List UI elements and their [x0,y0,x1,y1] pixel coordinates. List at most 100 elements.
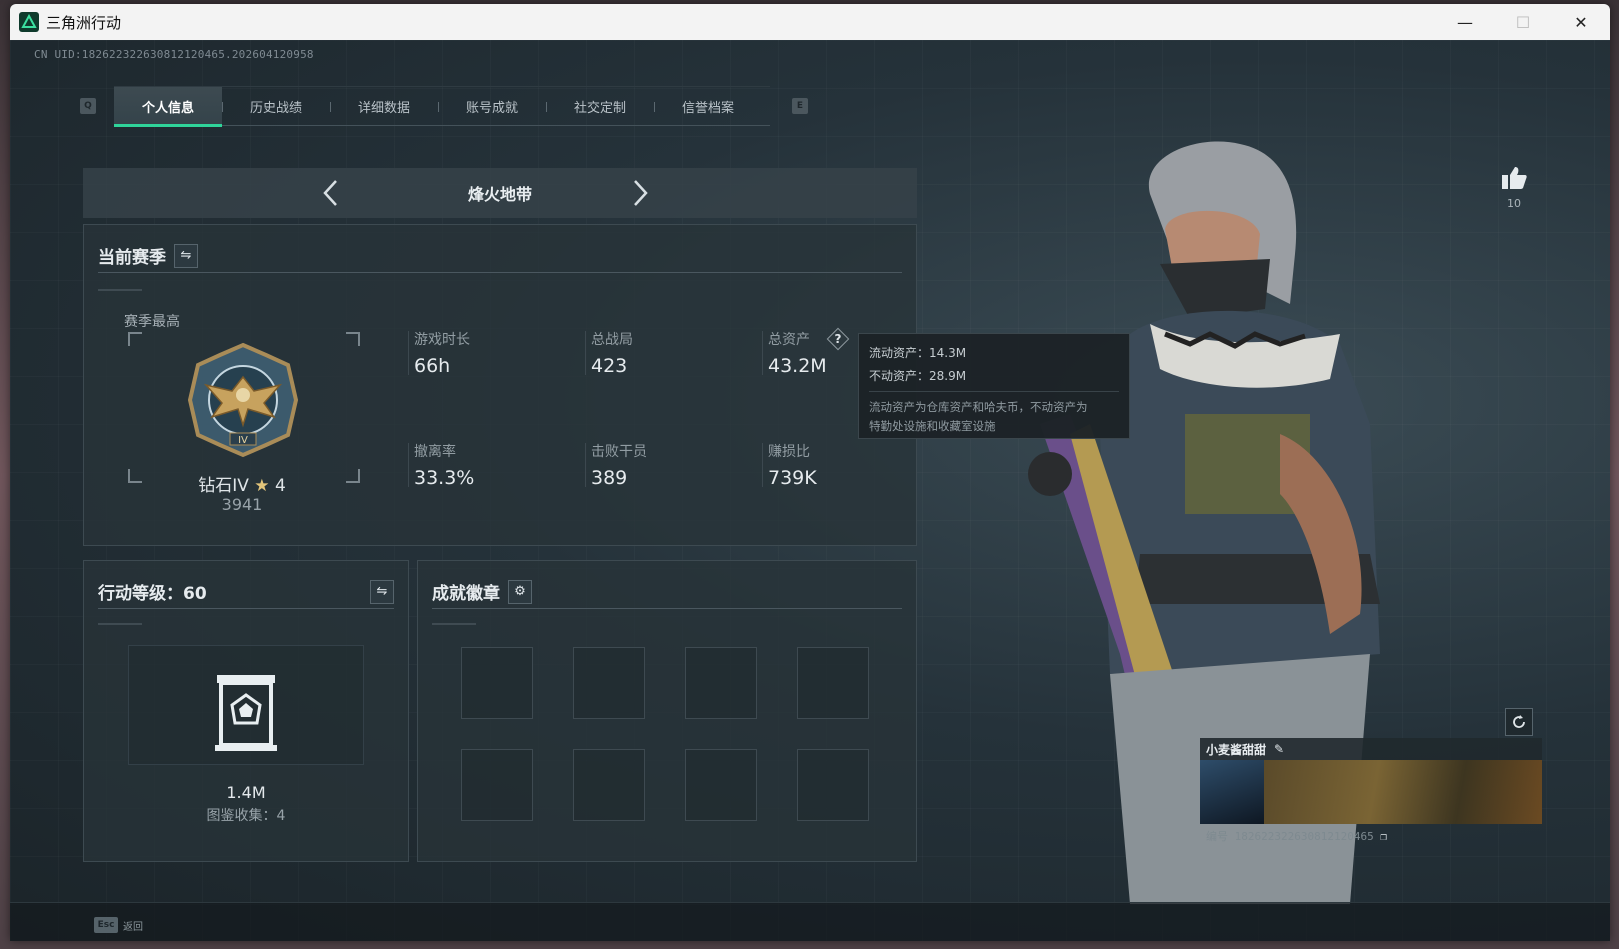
profile-scene: CN UID:182622322630812120465.20260412095… [10,40,1610,941]
stat-divider [585,331,586,375]
stat-divider [408,443,409,487]
player-card: 小麦酱甜甜 ✎ 编号 182622322630812120465 ❐ [1200,738,1542,850]
star-icon: ★ [254,476,270,496]
tab-next-key: E [792,98,808,114]
refresh-button[interactable] [1505,708,1533,736]
level-switch-button[interactable]: ⇋ [370,579,394,604]
rank-score: 3941 [221,495,263,514]
stat-profit-ratio-label: 赚损比 [768,444,810,460]
level-title: 行动等级：60 [98,584,207,604]
footer-bar: Esc 返回 [10,902,1610,941]
season-switch-button[interactable]: ⇋ [174,243,198,268]
achievement-badges-panel: 成就徽章 ⚙ [417,560,917,862]
player-id-text: 编号 182622322630812120465 [1206,830,1374,843]
decor-dash [432,623,476,625]
badges-title: 成就徽章 [432,584,500,604]
tab-achievements[interactable]: 账号成就 [438,87,546,126]
title-bar: 三角洲行动 — ☐ ✕ [10,4,1610,40]
stat-playtime-label: 游戏时长 [414,332,470,348]
stat-matches-label: 总战局 [591,332,633,348]
stat-profit-ratio-value: 739K [768,467,817,489]
edit-pencil-icon[interactable]: ✎ [1274,742,1284,756]
app-logo-icon [19,12,39,32]
like-button[interactable]: 10 [1494,165,1534,210]
mode-selector: 烽火地带 [83,168,917,218]
mode-title: 烽火地带 [467,185,532,204]
stat-extract-rate-value: 33.3% [414,467,475,489]
current-season-panel: 当前赛季 ⇋ 赛季最高 IV 钻石IV ★ 4 3941 游戏时长 66h 总战… [83,224,917,546]
stat-divider [585,443,586,487]
swap-icon: ⇋ [180,248,192,263]
level-value: 1.4M [226,783,266,802]
player-name-row: 小麦酱甜甜 ✎ [1200,738,1542,760]
badge-slot[interactable] [461,749,533,821]
tooltip-fixed-assets: 不动资产：28.9M [869,369,967,383]
tab-personal-info[interactable]: 个人信息 [114,87,222,127]
stat-extract-rate-label: 撤离率 [414,444,456,460]
esc-key[interactable]: Esc [94,917,118,933]
mode-prev-arrow-icon[interactable] [315,176,345,210]
maximize-button[interactable]: ☐ [1494,4,1552,40]
badges-settings-button[interactable]: ⚙ [508,579,532,604]
tab-social-custom[interactable]: 社交定制 [546,87,654,126]
profile-tabs: 个人信息 历史战绩 详细数据 账号成就 社交定制 信誉档案 [114,86,770,127]
tooltip-liquid-assets: 流动资产：14.3M [869,346,967,360]
rank-name-text: 钻石IV [198,476,249,496]
question-mark-icon: ? [834,332,842,346]
stat-assets-label: 总资产 [768,332,810,348]
decor-dash [98,289,142,291]
rank-stars: 4 [274,476,286,496]
level-collection: 图鉴收集：4 [206,808,286,824]
assets-tooltip: 流动资产：14.3M 不动资产：28.9M 流动资产为仓库资产和哈夫币，不动资产… [858,333,1130,439]
stat-kills-label: 击败干员 [591,444,647,460]
stat-divider [762,443,763,487]
decor-dash [98,623,142,625]
stat-assets-value: 43.2M [768,355,827,377]
window-title: 三角洲行动 [46,13,122,32]
frame-corner [128,332,142,346]
stat-playtime-value: 66h [414,355,451,377]
badge-slot[interactable] [685,749,757,821]
stat-kills-value: 389 [591,467,628,489]
gear-icon: ⚙ [514,584,526,599]
like-count: 10 [1507,197,1521,210]
collection-case-icon [215,675,277,751]
uid-text: CN UID:182622322630812120465.20260412095… [34,48,314,61]
season-title: 当前赛季 [98,248,166,268]
player-avatar[interactable] [1200,760,1264,824]
badge-slot[interactable] [685,647,757,719]
svg-text:IV: IV [238,435,248,446]
diamond-rank-emblem-icon: IV [187,342,299,458]
badge-slot[interactable] [797,647,869,719]
season-best-label: 赛季最高 [124,314,180,330]
copy-icon[interactable]: ❐ [1380,830,1387,843]
player-banner[interactable] [1264,760,1542,824]
minimize-button[interactable]: — [1436,4,1494,40]
close-button[interactable]: ✕ [1552,4,1610,40]
tab-detailed-data[interactable]: 详细数据 [330,87,438,126]
tooltip-note-line2: 特勤处设施和收藏室设施 [869,419,996,433]
rank-name: 钻石IV ★ 4 [124,471,360,496]
swap-icon: ⇋ [376,584,388,599]
badge-slot[interactable] [573,749,645,821]
stat-divider [408,331,409,375]
back-label[interactable]: 返回 [123,918,143,933]
game-window: 三角洲行动 — ☐ ✕ CN UID:182622322630812120465… [10,4,1610,941]
player-name: 小麦酱甜甜 [1206,742,1267,757]
stat-matches-value: 423 [591,355,628,377]
operation-level-panel: 行动等级：60 ⇋ 1.4M 图鉴收集：4 [83,560,409,862]
badge-slot[interactable] [461,647,533,719]
frame-corner [346,332,360,346]
badge-slot[interactable] [797,749,869,821]
tab-credit-record[interactable]: 信誉档案 [654,87,762,126]
stat-divider [762,331,763,375]
refresh-icon [1513,715,1525,728]
player-id: 编号 182622322630812120465 ❐ [1206,828,1387,844]
badge-slot[interactable] [573,647,645,719]
tab-prev-key: Q [80,98,96,114]
tooltip-note-line1: 流动资产为仓库资产和哈夫币，不动资产为 [869,400,1088,414]
tooltip-divider [869,391,1119,392]
mode-next-arrow-icon[interactable] [626,176,656,210]
thumbs-up-icon [1502,167,1527,189]
tab-match-history[interactable]: 历史战绩 [222,87,330,126]
